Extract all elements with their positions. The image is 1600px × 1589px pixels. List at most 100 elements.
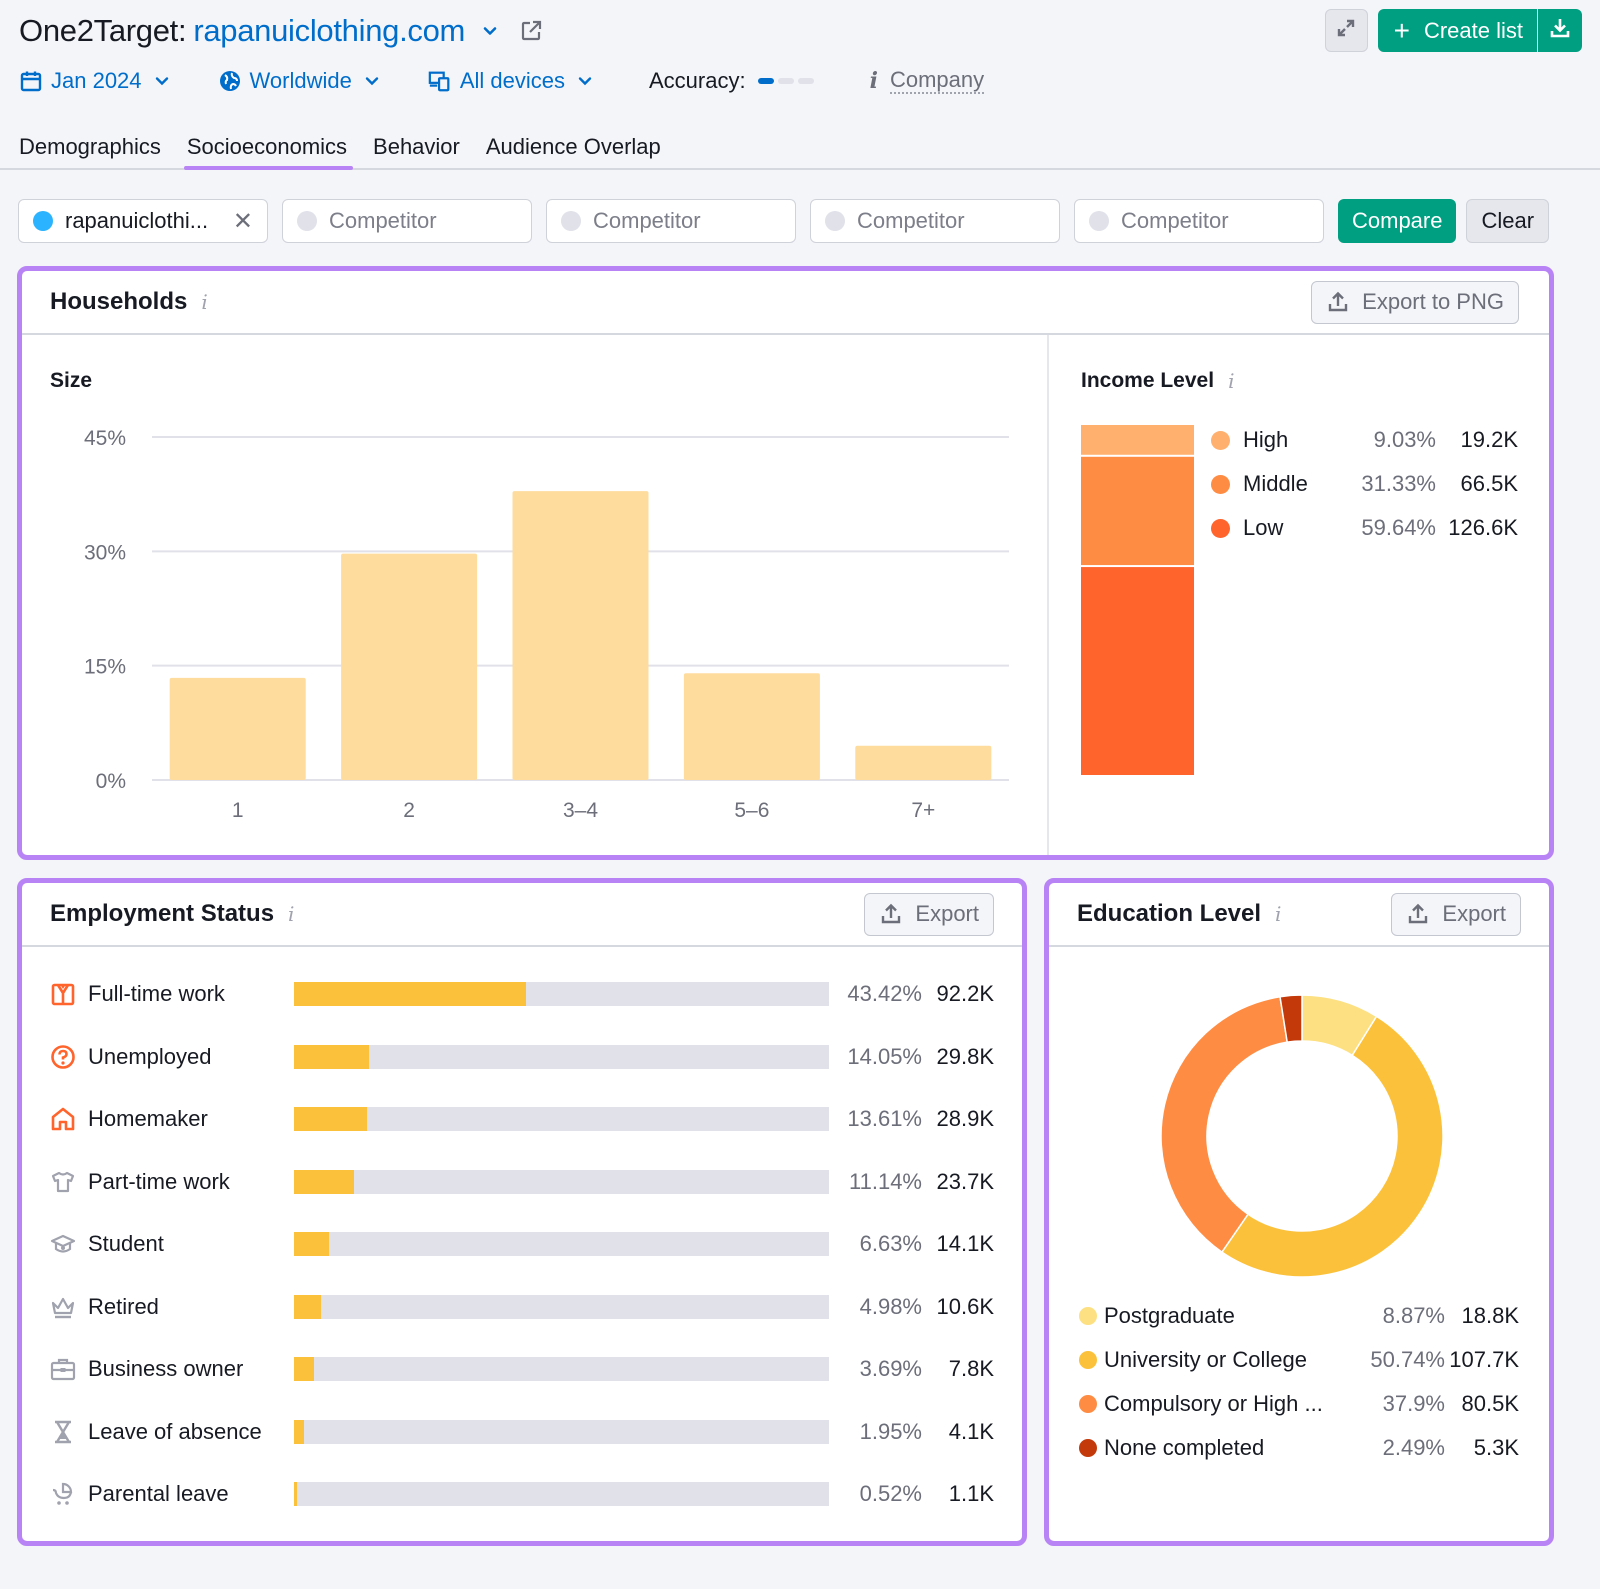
domain-input-value: rapanuiclothi... (65, 208, 209, 233)
close-icon[interactable]: ✕ (233, 207, 253, 236)
income-title: Income Level i (1081, 369, 1234, 393)
download-icon (1548, 16, 1572, 45)
info-icon[interactable]: i (201, 290, 207, 314)
employment-label: Unemployed (88, 1043, 212, 1069)
legend-dot (1079, 1307, 1097, 1325)
date-filter[interactable]: Jan 2024 (19, 68, 170, 94)
legend-dot (1079, 1351, 1097, 1369)
company-label[interactable]: Company (889, 67, 985, 95)
x-tick-label: 7+ (911, 799, 935, 822)
progress-track (294, 1419, 829, 1444)
employment-percent: 3.69% (859, 1356, 922, 1381)
download-button[interactable] (1538, 9, 1582, 52)
tshirt-icon (50, 1169, 76, 1195)
employment-row: Homemaker 13.61% 28.9K (22, 1104, 1022, 1134)
y-tick-label: 15% (84, 656, 126, 679)
employment-row: Retired 4.98% 10.6K (22, 1292, 1022, 1322)
tab-bar: Demographics Socioeconomics Behavior Aud… (0, 122, 1600, 170)
employment-count: 28.9K (936, 1106, 995, 1131)
question-circle-icon (50, 1044, 76, 1070)
income-segment-middle[interactable] (1081, 456, 1194, 566)
y-tick-label: 45% (84, 427, 126, 450)
donut-slice[interactable] (1220, 1015, 1444, 1278)
x-tick-label: 5–6 (734, 799, 769, 822)
external-link-icon[interactable] (519, 19, 543, 43)
income-title-text: Income Level (1081, 369, 1215, 392)
legend-label: Compulsory or High ... (1104, 1391, 1323, 1416)
filter-bar: Jan 2024 Worldwide All devices Accuracy:… (19, 64, 985, 98)
devices-filter[interactable]: All devices (428, 68, 593, 94)
export-button[interactable]: Export (1391, 892, 1521, 936)
compare-button[interactable]: Compare (1338, 199, 1457, 243)
education-card: Education Level i Export Postgraduate 8.8… (1044, 878, 1554, 1546)
clear-button[interactable]: Clear (1466, 199, 1550, 243)
employment-label: Full-time work (88, 981, 225, 1006)
income-segment-high[interactable] (1081, 425, 1194, 455)
income-segment-low[interactable] (1081, 567, 1194, 775)
export-button[interactable]: Export (864, 892, 994, 936)
competitor-input-2[interactable]: Competitor (546, 199, 796, 243)
accuracy-segment (757, 78, 774, 84)
education-title-text: Education Level (1077, 900, 1262, 927)
competitor-color-dot (297, 211, 317, 231)
legend-dot (1211, 430, 1230, 450)
employment-label: Part-time work (88, 1168, 230, 1194)
legend-label: Postgraduate (1104, 1303, 1235, 1328)
legend-count: 66.5K (1460, 471, 1519, 496)
legend-label: University or College (1104, 1347, 1307, 1372)
create-list-main[interactable]: + Create list (1378, 9, 1537, 52)
export-png-button[interactable]: Export to PNG (1311, 280, 1519, 324)
employment-count: 1.1K (948, 1481, 994, 1506)
chevron-down-icon[interactable] (481, 22, 499, 40)
create-list-button[interactable]: + Create list (1377, 9, 1582, 52)
competitor-placeholder: Competitor (857, 208, 965, 233)
legend-count: 126.6K (1448, 515, 1518, 540)
upload-icon (1406, 902, 1430, 926)
progress-track (294, 1169, 829, 1194)
employment-row: Business owner 3.69% 7.8K (22, 1354, 1022, 1384)
expand-button[interactable] (1324, 9, 1368, 52)
domain-name[interactable]: rapanuiclothing.com (193, 13, 465, 49)
company-filter[interactable]: i Company (869, 67, 985, 95)
competitor-input-1[interactable]: Competitor (282, 199, 532, 243)
tab-demographics[interactable]: Demographics (19, 122, 161, 168)
info-icon[interactable]: i (1275, 902, 1281, 926)
info-icon[interactable]: i (288, 902, 294, 926)
tab-socioeconomics[interactable]: Socioeconomics (183, 122, 354, 170)
legend-label: Middle (1243, 471, 1308, 496)
domain-input[interactable]: rapanuiclothi... ✕ (18, 199, 268, 243)
progress-track (294, 1107, 829, 1131)
income-stacked-bar (1081, 425, 1194, 775)
competitor-input-4[interactable]: Competitor (1074, 199, 1324, 243)
info-icon: i (869, 68, 878, 94)
education-title: Education Level i (1077, 900, 1281, 928)
size-bar[interactable] (512, 491, 649, 780)
export-label: Export (915, 901, 979, 926)
size-bar[interactable] (683, 673, 820, 780)
legend-dot (1211, 518, 1230, 538)
households-card: Households i Export to PNG Size 0% 15% 30%… (17, 266, 1554, 860)
accuracy-segment (797, 78, 814, 84)
size-bar[interactable] (855, 745, 992, 780)
employment-row: Full-time work 43.42% 92.2K (22, 979, 1022, 1009)
legend-dot (1079, 1439, 1097, 1457)
geo-filter[interactable]: Worldwide (218, 68, 380, 94)
donut-slice[interactable] (1160, 995, 1289, 1254)
geo-value: Worldwide (249, 68, 352, 93)
globe-icon (218, 69, 242, 93)
size-bar[interactable] (341, 553, 478, 780)
tab-behavior[interactable]: Behavior (373, 122, 460, 168)
households-header: Households i Export to PNG (22, 271, 1549, 335)
education-header: Education Level i Export (1049, 883, 1549, 947)
compare-bar: rapanuiclothi... ✕ Competitor Competitor… (18, 199, 1550, 243)
employment-percent: 4.98% (859, 1293, 922, 1319)
competitor-color-dot (825, 211, 845, 231)
competitor-input-3[interactable]: Competitor (810, 199, 1060, 243)
households-title: Households i (50, 288, 208, 316)
tab-audience-overlap[interactable]: Audience Overlap (486, 122, 661, 168)
employment-header: Employment Status i Export (22, 883, 1022, 947)
size-bar[interactable] (169, 677, 306, 780)
employment-label: Parental leave (88, 1481, 229, 1506)
info-icon[interactable]: i (1228, 369, 1234, 393)
progress-track (294, 1232, 829, 1256)
